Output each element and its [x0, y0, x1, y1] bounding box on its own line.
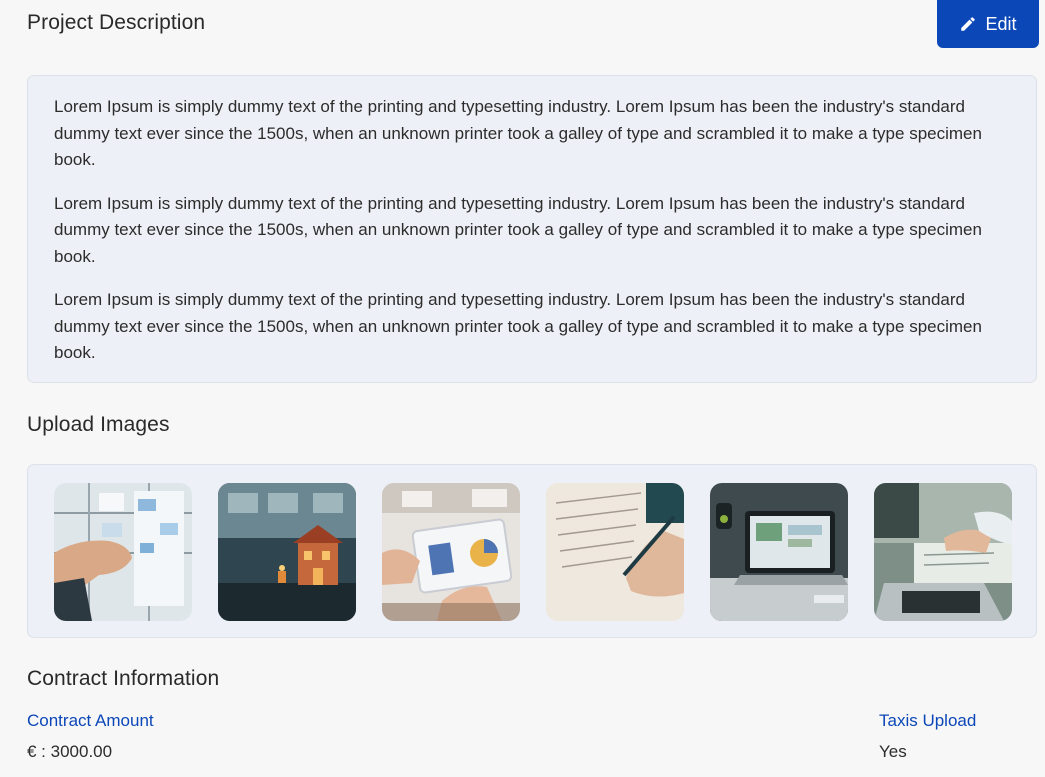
upload-images-heading: Upload Images: [27, 413, 170, 436]
image-thumbnail-notebook-writing[interactable]: [546, 483, 684, 621]
contract-amount-label: Contract Amount: [27, 711, 154, 730]
uploaded-images-gallery: [27, 464, 1037, 638]
image-thumbnail-laptop-paperwork[interactable]: [874, 483, 1012, 621]
project-description-card: Lorem Ipsum is simply dummy text of the …: [27, 75, 1037, 383]
pencil-icon: [959, 15, 977, 33]
description-paragraph: Lorem Ipsum is simply dummy text of the …: [54, 193, 982, 266]
description-paragraph: Lorem Ipsum is simply dummy text of the …: [54, 290, 982, 362]
project-description-heading: Project Description: [27, 11, 206, 34]
image-thumbnail-sticky-notes[interactable]: [54, 483, 192, 621]
taxis-upload-label: Taxis Upload: [879, 711, 977, 730]
description-paragraph: Lorem Ipsum is simply dummy text of the …: [54, 97, 982, 169]
image-thumbnail-house-model[interactable]: [218, 483, 356, 621]
contract-information-heading: Contract Information: [27, 667, 220, 690]
image-thumbnail-laptop-desk[interactable]: [710, 483, 848, 621]
contract-amount-value: € : 3000.00: [27, 742, 113, 761]
taxis-upload-value: Yes: [879, 742, 907, 761]
edit-button-label: Edit: [985, 13, 1017, 34]
edit-button[interactable]: Edit: [937, 0, 1039, 48]
image-thumbnail-tablet-charts[interactable]: [382, 483, 520, 621]
